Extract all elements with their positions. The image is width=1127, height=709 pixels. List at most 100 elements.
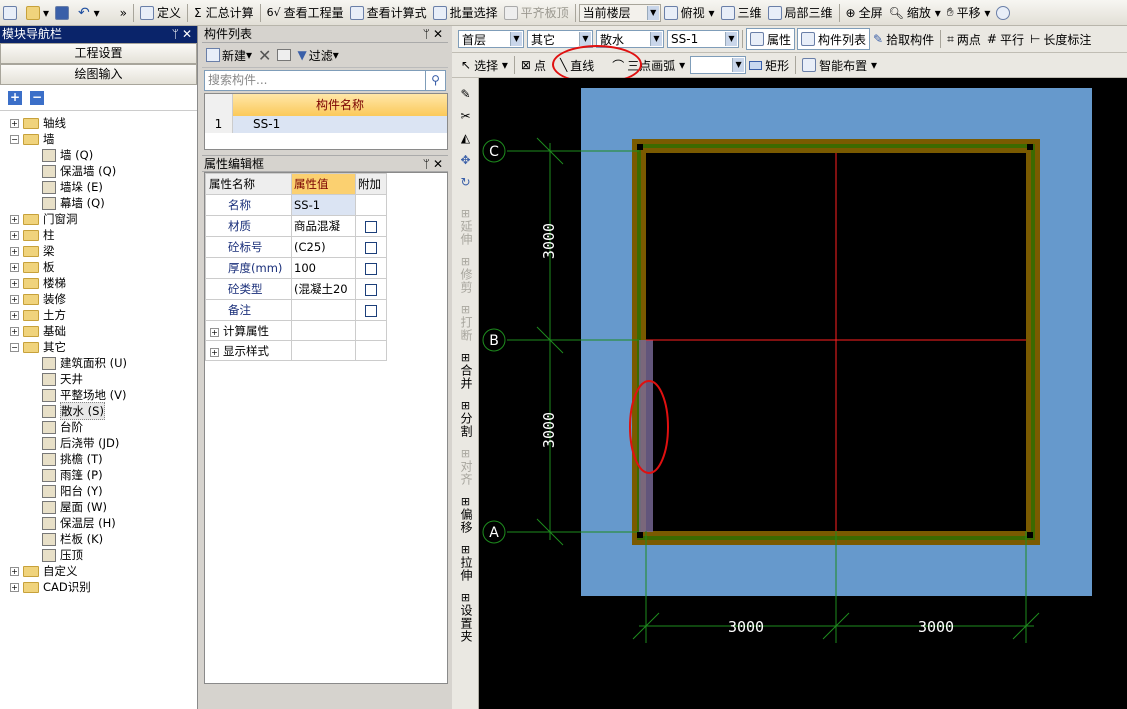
close-icon[interactable]: ✕ <box>433 26 443 43</box>
tree-item[interactable]: 挑檐 (T) <box>0 451 197 467</box>
save-button[interactable] <box>52 2 75 24</box>
parallel-button[interactable]: # 平行 <box>984 28 1027 50</box>
edit-tool-button[interactable]: ⊞ 对齐 <box>452 448 479 487</box>
summary-calc-button[interactable]: Σ 汇总计算 <box>191 2 257 24</box>
select-button[interactable]: ↖ 选择 ▾ <box>458 54 511 76</box>
attach-checkbox[interactable] <box>365 283 377 296</box>
corner-grip[interactable] <box>1027 532 1033 538</box>
overflow-button[interactable] <box>993 2 1016 24</box>
property-value[interactable]: (混凝土20 <box>291 278 356 300</box>
delete-icon[interactable]: ✕ <box>258 46 271 65</box>
pin-icon[interactable]: ᛘ <box>423 156 430 173</box>
tree-item[interactable]: 压顶 <box>0 547 197 563</box>
define-button[interactable]: 定义 <box>137 2 184 24</box>
tree-item[interactable]: 散水 (S) <box>0 402 197 420</box>
expand-icon[interactable]: + <box>10 246 19 256</box>
tree-item[interactable]: 平整场地 (V) <box>0 387 197 403</box>
tree-item[interactable]: 雨篷 (P) <box>0 467 197 483</box>
collapse-icon[interactable]: − <box>10 342 19 352</box>
partial-3d-button[interactable]: 局部三维 <box>765 2 836 24</box>
tree-item[interactable]: 屋面 (W) <box>0 499 197 515</box>
expand-icon[interactable]: + <box>210 347 219 357</box>
tree-item[interactable]: 保温墙 (Q) <box>0 163 197 179</box>
close-icon[interactable]: ✕ <box>182 26 192 43</box>
property-value[interactable] <box>291 299 356 321</box>
edit-tool-button[interactable]: ⊞ 合并 <box>452 352 479 391</box>
tree-item[interactable]: 建筑面积 (U) <box>0 355 197 371</box>
expand-all-icon[interactable]: + <box>8 90 22 105</box>
collapse-icon[interactable]: − <box>10 134 19 144</box>
copy-icon[interactable] <box>277 49 292 61</box>
property-value[interactable]: SS-1 <box>291 194 356 216</box>
rotate-icon[interactable]: ↻ <box>452 176 479 198</box>
property-value[interactable]: (C25) <box>291 236 356 258</box>
tree-item[interactable]: 保温层 (H) <box>0 515 197 531</box>
expand-icon[interactable]: + <box>10 294 19 304</box>
property-row[interactable]: 厚度(mm) 100 <box>205 257 387 279</box>
tree-item[interactable]: 墙 (Q) <box>0 147 197 163</box>
tree-item[interactable]: 栏板 (K) <box>0 531 197 547</box>
pin-icon[interactable]: ᛘ <box>423 26 430 43</box>
smart-layout-button[interactable]: 智能布置 ▾ <box>799 54 880 76</box>
expand-icon[interactable]: + <box>10 230 19 240</box>
property-row[interactable]: 砼类型 (混凝土20 <box>205 278 387 300</box>
scissors-icon[interactable]: ✂ <box>452 110 479 132</box>
property-row[interactable]: 名称 SS-1 <box>205 194 387 216</box>
align-slab-top-button[interactable]: 平齐板顶 <box>501 2 572 24</box>
attach-checkbox[interactable] <box>365 220 377 233</box>
zoom-button[interactable]: 🔍︎ 缩放 ▾ <box>886 2 944 24</box>
expand-icon[interactable]: + <box>10 326 19 336</box>
property-value[interactable]: 100 <box>291 257 356 279</box>
component-select[interactable]: SS-1 ▼ <box>667 30 739 48</box>
tree-folder[interactable]: + 基础 <box>0 323 197 339</box>
tree-folder[interactable]: + 楼梯 <box>0 275 197 291</box>
3d-button[interactable]: 三维 <box>718 2 765 24</box>
axis-bubble-a[interactable]: A <box>482 520 506 544</box>
pin-icon[interactable]: ᛘ <box>172 26 179 43</box>
edit-tool-button[interactable]: ⊞ 打断 <box>452 304 479 343</box>
tree-item[interactable]: 阳台 (Y) <box>0 483 197 499</box>
table-row[interactable]: 1 SS-1 <box>205 116 447 133</box>
view-formula-button[interactable]: 查看计算式 <box>347 2 430 24</box>
tree-item[interactable]: 天井 <box>0 371 197 387</box>
tree-item[interactable]: 台阶 <box>0 419 197 435</box>
corner-grip[interactable] <box>1027 144 1033 150</box>
point-button[interactable]: ⊠ 点 <box>518 54 549 76</box>
expand-icon[interactable]: + <box>10 214 19 224</box>
tree-folder[interactable]: + 自定义 <box>0 563 197 579</box>
draw-input-button[interactable]: 绘图输入 <box>0 64 197 85</box>
tree-folder[interactable]: + 柱 <box>0 227 197 243</box>
move-icon[interactable]: ✥ <box>452 154 479 176</box>
attach-checkbox[interactable] <box>365 304 377 317</box>
attach-checkbox[interactable] <box>365 241 377 254</box>
tree-folder[interactable]: + 板 <box>0 259 197 275</box>
tree-folder[interactable]: − 其它 <box>0 339 197 355</box>
expand-icon[interactable]: + <box>210 327 219 337</box>
rectangle-button[interactable]: 矩形 <box>746 54 792 76</box>
expand-icon[interactable]: + <box>10 310 19 320</box>
property-value[interactable]: 商品混凝 <box>291 215 356 237</box>
view-quantity-button[interactable]: 6√ 查看工程量 <box>264 2 347 24</box>
search-input[interactable]: 搜索构件... <box>204 70 426 91</box>
tree-folder[interactable]: + 梁 <box>0 243 197 259</box>
property-row[interactable]: 材质 商品混凝 <box>205 215 387 237</box>
mirror-icon[interactable]: ◭ <box>452 132 479 154</box>
undo-button[interactable]: ↶ ▾ <box>75 2 103 24</box>
tree-folder[interactable]: + 门窗洞 <box>0 211 197 227</box>
properties-toggle[interactable]: 属性 <box>746 28 796 50</box>
tree-folder[interactable]: + 装修 <box>0 291 197 307</box>
expand-icon[interactable]: + <box>10 118 19 128</box>
edit-tool-button[interactable]: ⊞ 拉伸 <box>452 544 479 583</box>
edit-tool-button[interactable]: ⊞ 分割 <box>452 400 479 439</box>
corner-grip[interactable] <box>637 532 643 538</box>
drawing-canvas[interactable]: C B A 3000 3000 3000 3000 <box>479 78 1127 709</box>
edit-tool-button[interactable]: ⊞ 延伸 <box>452 208 479 247</box>
project-settings-button[interactable]: 工程设置 <box>0 43 197 64</box>
expand-icon[interactable]: + <box>10 278 19 288</box>
axis-bubble-b[interactable]: B <box>482 328 506 352</box>
tree-folder[interactable]: + 轴线 <box>0 115 197 131</box>
search-icon[interactable]: ⚲ <box>426 70 446 91</box>
toolbar-overflow[interactable]: » <box>117 2 130 24</box>
tree-item[interactable]: 幕墙 (Q) <box>0 195 197 211</box>
length-dim-button[interactable]: ⊢ 长度标注 <box>1027 28 1094 50</box>
